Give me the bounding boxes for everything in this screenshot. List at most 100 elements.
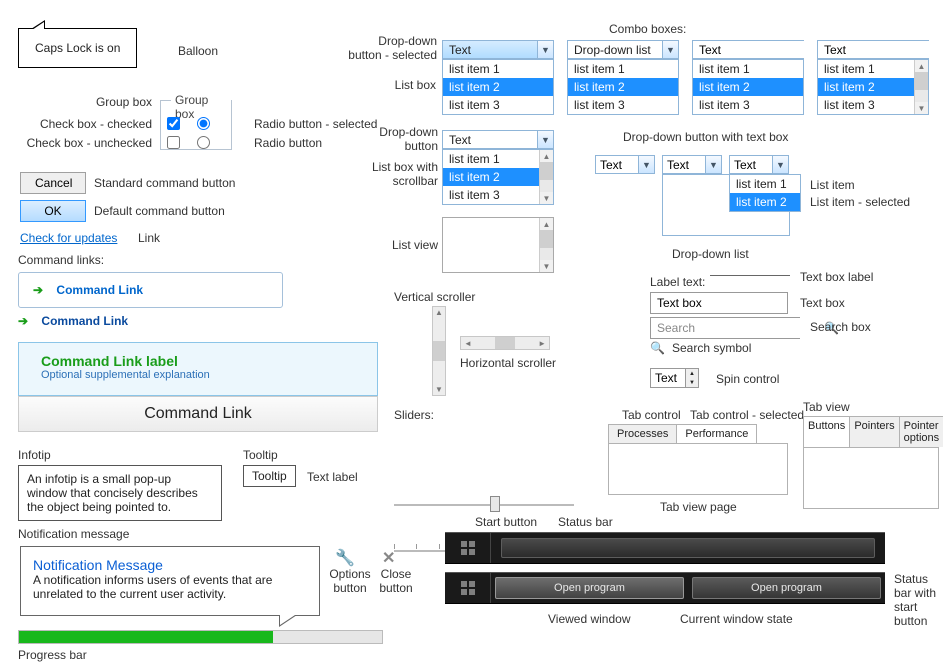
scroll-right-icon[interactable]: ► [535, 339, 549, 348]
list-item[interactable]: list item 3 [443, 96, 553, 114]
dd-text-b-input[interactable] [663, 156, 705, 173]
list-item[interactable]: list item 2 [443, 168, 539, 186]
notification-body: A notification informs users of events t… [33, 573, 307, 601]
horizontal-scroller[interactable]: ◄ ► [460, 336, 550, 350]
combo-2-list[interactable]: list item 1 list item 2 list item 3 [692, 59, 804, 115]
scroll-up-icon[interactable]: ▲ [915, 60, 928, 72]
listbox-scroll[interactable]: list item 1 list item 2 list item 3 ▲ ▼ [442, 149, 554, 205]
list-item[interactable]: list item 2 [818, 78, 914, 96]
list-item[interactable]: list item 2 [568, 78, 678, 96]
list-item[interactable]: list item 2 [693, 78, 803, 96]
scroll-thumb[interactable] [495, 337, 515, 349]
tabctrl-label-2: Tab control - selected [690, 408, 804, 422]
scroll-down-icon[interactable]: ▼ [915, 102, 928, 114]
dd-text-b[interactable]: ▼ [662, 155, 722, 174]
spin-buttons[interactable]: ▲ ▼ [686, 368, 699, 388]
list-item[interactable]: list item 1 [568, 60, 678, 78]
text-box[interactable] [650, 292, 788, 314]
search-box[interactable]: 🔍 [650, 317, 800, 339]
combo-3[interactable]: ▼ [817, 40, 929, 59]
list-item[interactable]: list item 1 [693, 60, 803, 78]
task-button[interactable]: Open program [692, 577, 881, 599]
scroll-up-icon[interactable]: ▲ [540, 218, 553, 230]
list-item[interactable]: list item 2 [443, 78, 553, 96]
start-button[interactable] [445, 533, 491, 563]
command-link-plain[interactable]: ➔ Command Link [18, 314, 128, 328]
scroll-thumb[interactable] [540, 230, 553, 248]
spin-down-icon[interactable]: ▼ [686, 378, 698, 387]
combo-3-input[interactable] [818, 41, 943, 58]
list-item[interactable]: list item 3 [693, 96, 803, 114]
list-item[interactable]: list item 1 [443, 60, 553, 78]
chevron-down-icon: ▼ [705, 156, 721, 173]
scroll-left-icon[interactable]: ◄ [461, 339, 475, 348]
list-item[interactable]: list item 2 [730, 193, 800, 211]
scrollbar[interactable]: ▲ ▼ [914, 60, 928, 114]
scroll-up-icon[interactable]: ▲ [540, 150, 553, 162]
tab-page-label: Tab view page [660, 500, 737, 514]
chevron-down-icon: ▼ [638, 156, 654, 173]
combo-3-list[interactable]: list item 1 list item 2 list item 3 ▲ ▼ [817, 59, 929, 115]
list-view[interactable]: ▲ ▼ [442, 217, 554, 273]
listbox-1[interactable]: list item 1 list item 2 list item 3 [442, 59, 554, 115]
list-item[interactable]: list item 1 [730, 175, 800, 193]
scroll-thumb[interactable] [540, 162, 553, 180]
ok-button[interactable]: OK [20, 200, 86, 222]
scroll-down-icon[interactable]: ▼ [540, 260, 553, 272]
dropdown-button[interactable]: Text ▼ [442, 130, 554, 149]
dd-text-c-input[interactable] [730, 156, 772, 173]
spin-up-icon[interactable]: ▲ [686, 369, 698, 378]
dd-text-a[interactable]: ▼ [595, 155, 655, 174]
dropdown-selected[interactable]: Text ▼ [442, 40, 554, 59]
scroll-thumb[interactable] [915, 72, 928, 90]
combo-1[interactable]: Drop-down list ▼ [567, 40, 679, 59]
scrollbar[interactable]: ▲ ▼ [539, 218, 553, 272]
spin-input[interactable] [650, 368, 686, 388]
balloon-label: Balloon [178, 44, 218, 58]
combo-1-list[interactable]: list item 1 list item 2 list item 3 [567, 59, 679, 115]
check-updates-link[interactable]: Check for updates [20, 231, 117, 245]
group-box: Group box [160, 100, 232, 150]
tab-pointers[interactable]: Pointers [849, 416, 899, 447]
listbox-label: List box [370, 78, 436, 92]
list-item[interactable]: list item 3 [568, 96, 678, 114]
spin-control[interactable]: ▲ ▼ [650, 368, 699, 388]
tab-buttons[interactable]: Buttons [803, 416, 850, 447]
scroll-down-icon[interactable]: ▼ [435, 384, 443, 395]
list-item[interactable]: list item 1 [443, 150, 539, 168]
scroll-up-icon[interactable]: ▲ [435, 307, 443, 318]
list-item[interactable]: list item 3 [818, 96, 914, 114]
scroll-thumb[interactable] [433, 341, 445, 361]
listbox-scroll-label: List box with scrollbar [358, 160, 438, 188]
command-link-boxed[interactable]: ➔ Command Link [18, 272, 283, 308]
combo-2[interactable]: ▼ [692, 40, 804, 59]
dd-text-a-input[interactable] [596, 156, 638, 173]
tab-processes[interactable]: Processes [608, 424, 677, 443]
list-item[interactable]: list item 3 [443, 186, 539, 204]
spin-side: Spin control [716, 372, 779, 386]
dd-button-label: Drop-down button [358, 125, 438, 153]
list-item[interactable]: list item 1 [818, 60, 914, 78]
tab-pointer-options[interactable]: Pointer options [899, 416, 943, 447]
vertical-scroller[interactable]: ▲ ▼ [432, 306, 446, 396]
slider-thumb[interactable] [490, 496, 500, 512]
scroll-down-icon[interactable]: ▼ [540, 192, 553, 204]
start-button[interactable] [445, 573, 491, 603]
radio-unselected[interactable] [197, 136, 210, 149]
cancel-button[interactable]: Cancel [20, 172, 86, 194]
radio-selected[interactable] [197, 117, 210, 130]
search-input[interactable] [651, 318, 818, 338]
checkbox-unchecked[interactable] [167, 136, 180, 149]
task-button-active[interactable]: Open program [495, 577, 684, 599]
tabview-label: Tab view [803, 400, 850, 414]
dd-list-label: Drop-down list [672, 247, 749, 261]
wrench-icon[interactable]: 🔧 [335, 548, 355, 568]
command-link-big[interactable]: Command Link label Optional supplemental… [18, 342, 378, 396]
slider-1[interactable] [394, 496, 574, 514]
dd-text-droplist[interactable]: list item 1 list item 2 [729, 174, 801, 212]
tab-performance[interactable]: Performance [676, 424, 757, 443]
checkbox-checked[interactable] [167, 117, 180, 130]
dd-text-c[interactable]: ▼ [729, 155, 789, 174]
scrollbar[interactable]: ▲ ▼ [539, 150, 553, 204]
command-link-bar[interactable]: Command Link [18, 396, 378, 432]
